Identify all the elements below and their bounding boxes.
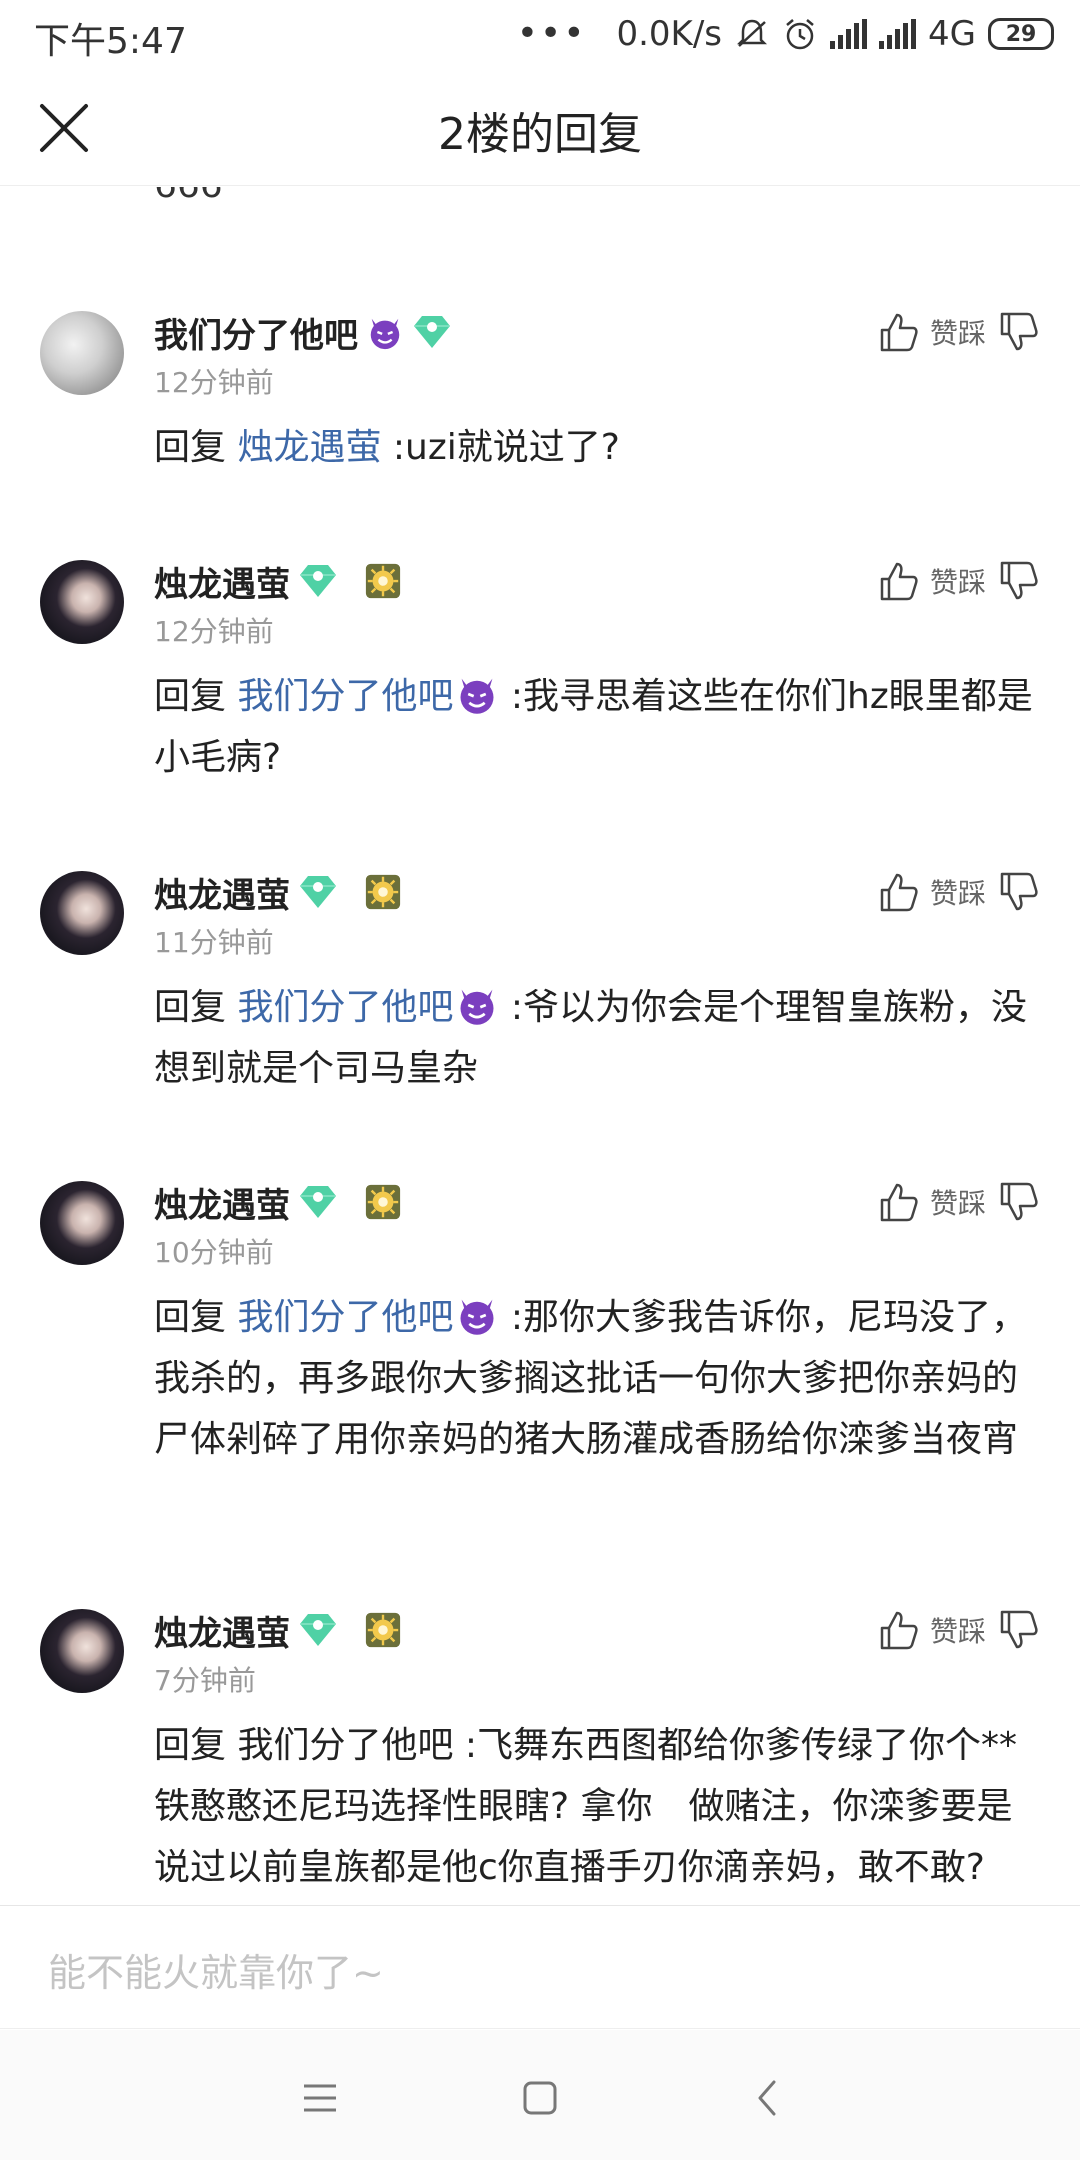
user-line: 烛龙遇萤	[154, 1177, 402, 1227]
devil-emoji-icon	[460, 1299, 494, 1335]
reply-prefix: 回复	[154, 1297, 238, 1338]
level-gem-badge-icon	[300, 565, 336, 597]
page-title: 2楼的回复	[438, 109, 642, 160]
reply-target-link[interactable]: 烛龙遇萤	[237, 427, 381, 468]
user-line: 烛龙遇萤	[154, 867, 402, 917]
back-chevron-icon[interactable]	[744, 2074, 792, 2122]
status-indicators: ••• 0.0K/s 4G 29	[517, 10, 1054, 58]
thumbs-down-icon[interactable]	[996, 870, 1040, 914]
reply-target-link[interactable]: 我们分了他吧	[237, 1725, 453, 1766]
user-line: 烛龙遇萤	[154, 1605, 402, 1655]
avatar[interactable]	[40, 871, 124, 955]
battery-icon: 29	[988, 18, 1054, 50]
sun-medal-badge-icon	[365, 1184, 401, 1220]
reply-prefix: 回复	[154, 676, 238, 717]
devil-emoji-icon	[460, 989, 494, 1025]
system-navigation-bar	[0, 2030, 1080, 2160]
thumbs-down-icon[interactable]	[996, 310, 1040, 354]
comment-actions: 赞踩	[876, 307, 1040, 357]
comment-content[interactable]: 回复 我们分了他吧 :爷以为你会是个理智皇族粉，没想到就是个司马皇杂	[154, 977, 1040, 1099]
comment-content[interactable]: 回复 我们分了他吧 :我寻思着这些在你们hz眼里都是小毛病?	[154, 666, 1040, 788]
comment-time: 10分钟前	[154, 1236, 274, 1269]
network-type: 4G	[928, 14, 976, 54]
avatar[interactable]	[40, 1609, 124, 1693]
comment-list[interactable]: 666 我们分了他吧 12分钟前 赞踩	[0, 187, 1080, 1905]
network-speed: 0.0K/s	[616, 14, 723, 54]
status-time: 下午5:47	[34, 21, 187, 62]
reply-target-link[interactable]: 我们分了他吧	[237, 676, 453, 717]
level-gem-badge-icon	[300, 1186, 336, 1218]
avatar[interactable]	[40, 560, 124, 644]
thumbs-up-icon[interactable]	[876, 310, 920, 354]
thumbs-down-icon[interactable]	[996, 1180, 1040, 1224]
comment-input-placeholder[interactable]: 能不能火就靠你了~	[48, 1942, 384, 1997]
like-dislike-label: 赞踩	[929, 877, 986, 910]
signal-icon-2	[879, 19, 917, 49]
comment-actions: 赞踩	[876, 867, 1040, 917]
username[interactable]: 烛龙遇萤	[154, 868, 290, 917]
level-gem-badge-icon	[414, 316, 450, 348]
comment-actions: 赞踩	[876, 1177, 1040, 1227]
like-dislike-label: 赞踩	[929, 317, 986, 350]
cut-off-comment-text: 666	[154, 187, 223, 206]
reply-prefix: 回复	[154, 987, 238, 1028]
comment-input-bar[interactable]: 能不能火就靠你了~	[0, 1905, 1080, 2029]
comment-time: 11分钟前	[154, 926, 274, 959]
thumbs-up-icon[interactable]	[876, 1180, 920, 1224]
thumbs-down-icon[interactable]	[996, 1608, 1040, 1652]
thumbs-up-icon[interactable]	[876, 1608, 920, 1652]
status-bar: 下午5:47 ••• 0.0K/s 4G 29	[0, 0, 1080, 70]
menu-icon[interactable]	[296, 2074, 344, 2122]
comment-actions: 赞踩	[876, 1605, 1040, 1655]
comment-content[interactable]: 回复 烛龙遇萤 :uzi就说过了?	[154, 417, 1040, 478]
signal-icon-1	[830, 19, 868, 49]
comment-content[interactable]: 回复 我们分了他吧 :飞舞东西图都给你爹传绿了你个**铁憨憨还尼玛选择性眼瞎? …	[154, 1715, 1040, 1898]
reply-target-link[interactable]: 我们分了他吧	[237, 987, 453, 1028]
sun-medal-badge-icon	[365, 563, 401, 599]
devil-emoji-icon	[370, 318, 400, 350]
comment-time: 12分钟前	[154, 615, 274, 648]
devil-emoji-icon	[460, 678, 494, 714]
level-gem-badge-icon	[300, 876, 336, 908]
user-line: 我们分了他吧	[154, 307, 452, 357]
avatar[interactable]	[40, 1181, 124, 1265]
comment-actions: 赞踩	[876, 556, 1040, 606]
username[interactable]: 烛龙遇萤	[154, 1178, 290, 1227]
username[interactable]: 我们分了他吧	[154, 308, 358, 357]
username[interactable]: 烛龙遇萤	[154, 1606, 290, 1655]
comment-content[interactable]: 回复 我们分了他吧 :那你大爹我告诉你，尼玛没了，我杀的，再多跟你大爹搁这批话一…	[154, 1287, 1040, 1470]
reply-target-link[interactable]: 我们分了他吧	[237, 1297, 453, 1338]
like-dislike-label: 赞踩	[929, 566, 986, 599]
thumbs-down-icon[interactable]	[996, 559, 1040, 603]
comment-time: 12分钟前	[154, 366, 274, 399]
more-dots-icon: •••	[516, 13, 587, 54]
sun-medal-badge-icon	[365, 1612, 401, 1648]
username[interactable]: 烛龙遇萤	[154, 557, 290, 606]
sun-medal-badge-icon	[365, 874, 401, 910]
home-square-icon[interactable]	[516, 2074, 564, 2122]
like-dislike-label: 赞踩	[929, 1615, 986, 1648]
comment-text: :uzi就说过了?	[381, 427, 620, 468]
mute-bell-icon	[736, 19, 768, 47]
comment-time: 7分钟前	[154, 1664, 256, 1697]
reply-prefix: 回复	[154, 1725, 238, 1766]
header: 2楼的回复	[0, 70, 1080, 186]
reply-prefix: 回复	[154, 427, 238, 468]
like-dislike-label: 赞踩	[929, 1187, 986, 1220]
user-line: 烛龙遇萤	[154, 556, 402, 606]
avatar[interactable]	[40, 311, 124, 395]
alarm-clock-icon	[786, 19, 814, 50]
level-gem-badge-icon	[300, 1614, 336, 1646]
thumbs-up-icon[interactable]	[876, 870, 920, 914]
thumbs-up-icon[interactable]	[876, 559, 920, 603]
